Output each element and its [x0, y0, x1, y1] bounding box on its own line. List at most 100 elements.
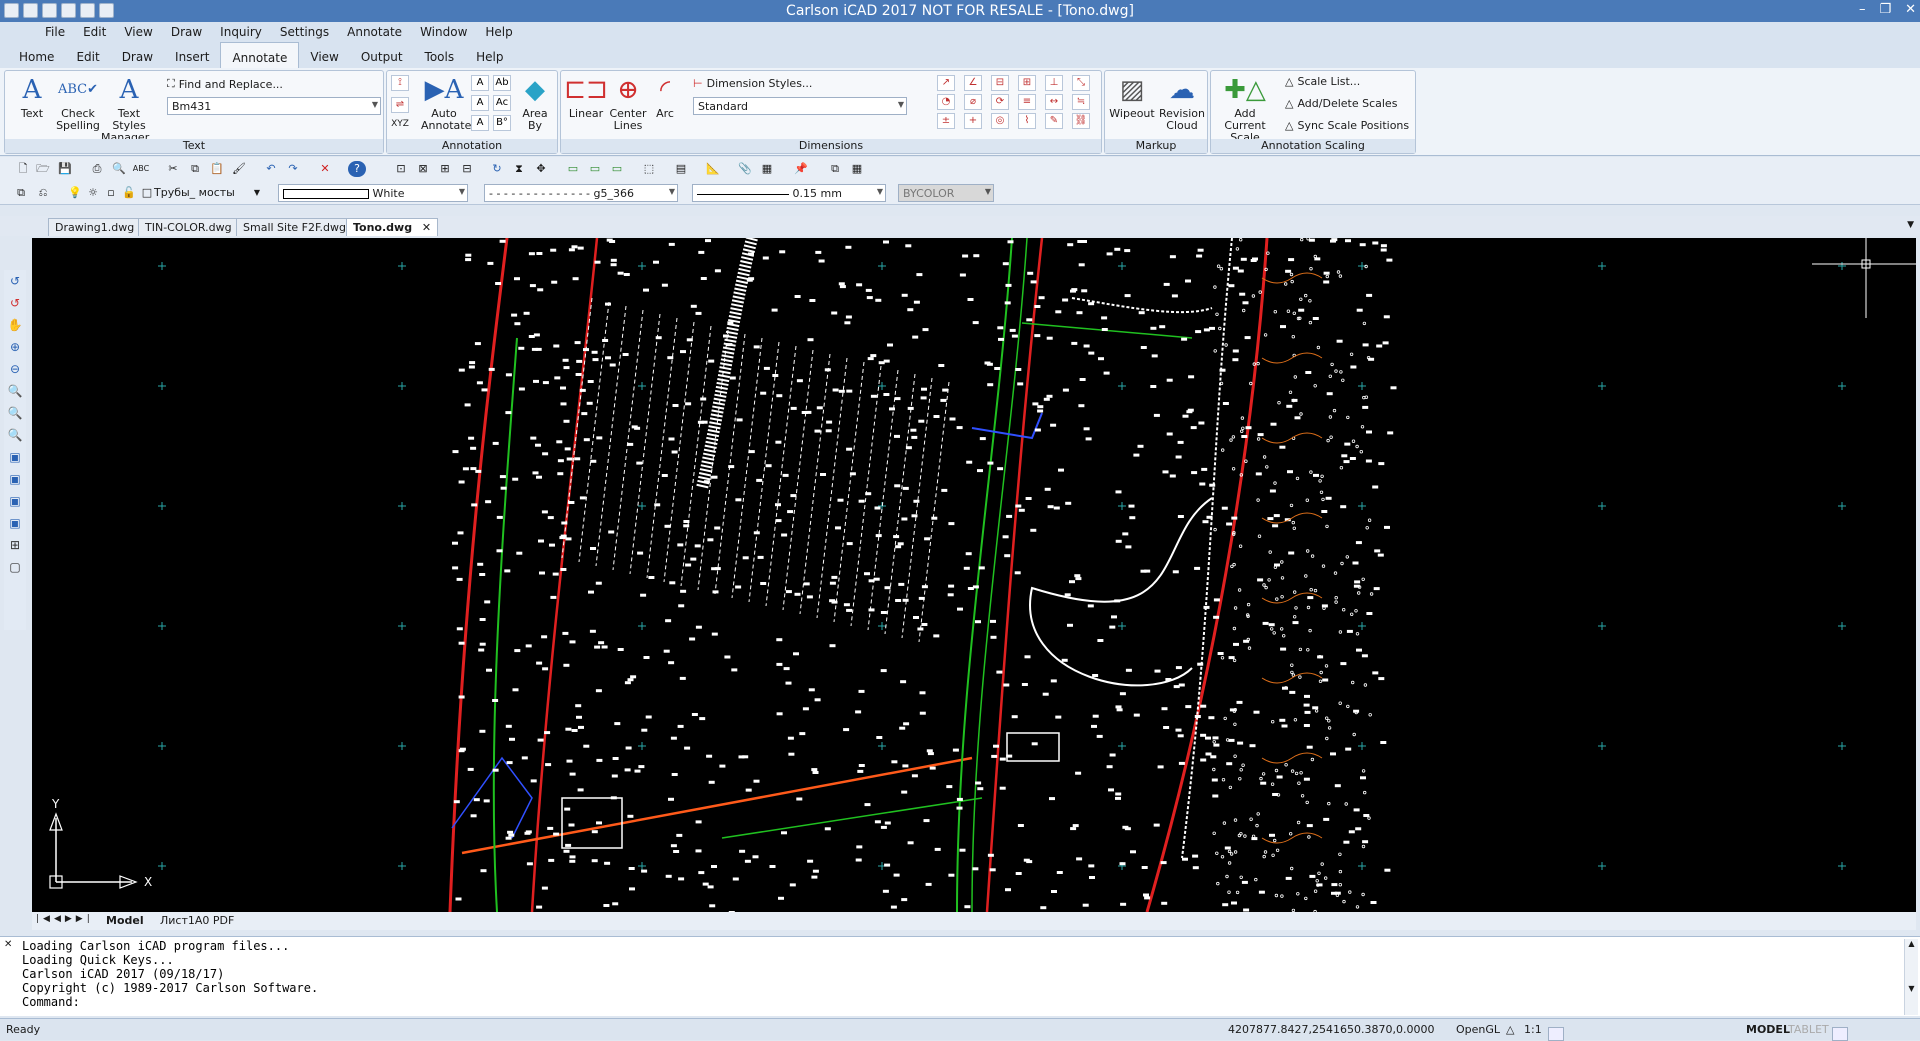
- zoom-window-icon[interactable]: ▭: [564, 161, 582, 177]
- text-curve-icon[interactable]: Ac: [493, 95, 511, 111]
- view-top-icon[interactable]: ▣: [6, 450, 24, 468]
- clean-screen-icon[interactable]: [1832, 1027, 1848, 1041]
- linetype-select[interactable]: - - - - - - - - - - - - - - g5_366 ▼: [484, 184, 678, 202]
- rotate-icon[interactable]: ↻: [488, 161, 506, 177]
- add-current-scale-button[interactable]: ✚△ Add Current Scale: [1213, 75, 1277, 144]
- text-superscript-icon[interactable]: B°: [493, 115, 511, 131]
- tab-annotate[interactable]: Annotate: [220, 42, 300, 68]
- layout-tab-model[interactable]: Model: [106, 914, 144, 927]
- menu-view[interactable]: View: [115, 22, 161, 42]
- dim-inspect-icon[interactable]: ◎: [991, 113, 1009, 129]
- viewports-icon[interactable]: ⊞: [6, 538, 24, 556]
- snap-midpoint-icon[interactable]: ⊠: [414, 161, 432, 177]
- zoom-realtime-icon[interactable]: 🔍: [6, 384, 24, 402]
- tab-tools[interactable]: Tools: [414, 42, 466, 68]
- help-icon[interactable]: ?: [348, 161, 366, 177]
- annotation-scale-icon[interactable]: △: [1506, 1023, 1514, 1036]
- tablet-indicator[interactable]: TABLET: [1788, 1023, 1829, 1036]
- menu-file[interactable]: File: [36, 22, 74, 42]
- menu-draw[interactable]: Draw: [162, 22, 211, 42]
- dim-space-icon[interactable]: ↔: [1045, 94, 1063, 110]
- new-icon[interactable]: 🗋: [14, 161, 32, 177]
- auto-annotate-button[interactable]: ▶A Auto Annotate: [421, 75, 471, 132]
- mirror-icon[interactable]: ⧗: [510, 161, 528, 177]
- paste-icon[interactable]: 📋: [208, 161, 226, 177]
- view-front-icon[interactable]: ▣: [6, 472, 24, 490]
- sync-scale-positions-button[interactable]: △ Sync Scale Positions: [1285, 119, 1409, 132]
- layout-icon[interactable]: ⧉: [826, 161, 844, 177]
- dim-oblique-icon[interactable]: ⤡: [1072, 75, 1090, 91]
- text-case-icon[interactable]: Ab: [493, 75, 511, 91]
- layout-tab-sheet[interactable]: Лист1A0 PDF: [160, 914, 234, 927]
- arc-button[interactable]: ◜ Arc: [645, 75, 685, 120]
- lineweight-toggle-icon[interactable]: [1548, 1027, 1564, 1041]
- menu-annotate[interactable]: Annotate: [338, 22, 411, 42]
- undo-icon[interactable]: ↶: [262, 161, 280, 177]
- view-iso-icon[interactable]: ▣: [6, 516, 24, 534]
- dim-diameter-icon[interactable]: ⌀: [964, 94, 982, 110]
- spell-check-icon[interactable]: ABC: [132, 161, 150, 177]
- match-properties-icon[interactable]: 🖌: [230, 161, 248, 177]
- wipeout-button[interactable]: ▨ Wipeout: [1107, 75, 1157, 120]
- lineweight-select[interactable]: 0.15 mm ▼: [692, 184, 886, 202]
- cut-icon[interactable]: ✂: [164, 161, 182, 177]
- linear-button[interactable]: ⊏⊐ Linear: [563, 75, 609, 120]
- doc-tab-tin-color[interactable]: TIN-COLOR.dwg: [138, 218, 239, 236]
- tab-help[interactable]: Help: [465, 42, 514, 68]
- pin-icon[interactable]: 📌: [792, 161, 810, 177]
- lightbulb-icon[interactable]: 💡: [66, 185, 84, 201]
- command-input[interactable]: Command:: [22, 995, 80, 1009]
- zoom-window-icon[interactable]: 🔍: [6, 406, 24, 424]
- dim-ordinate-icon[interactable]: ⊥: [1045, 75, 1063, 91]
- dim-aligned-icon[interactable]: ↗: [937, 75, 955, 91]
- restore-icon[interactable]: ❐: [1879, 2, 1891, 17]
- print-preview-icon[interactable]: 🔍: [110, 161, 128, 177]
- layer-select[interactable]: Трубы_ мосты: [150, 184, 260, 202]
- zoom-in-icon[interactable]: ⊕: [6, 340, 24, 358]
- redo-icon[interactable]: ↷: [284, 161, 302, 177]
- dim-radius-icon[interactable]: ◔: [937, 94, 955, 110]
- point-label-icon[interactable]: ⟟: [391, 75, 409, 91]
- regen-icon[interactable]: ↺: [6, 274, 24, 292]
- move-icon[interactable]: ✥: [532, 161, 550, 177]
- tab-output[interactable]: Output: [350, 42, 414, 68]
- layer-manager-icon[interactable]: ⧉: [12, 185, 30, 201]
- doc-tab-tono[interactable]: Tono.dwg ✕: [346, 218, 439, 236]
- delete-icon[interactable]: ✕: [316, 161, 334, 177]
- dim-continue-icon[interactable]: ⊞: [1018, 75, 1036, 91]
- menu-inquiry[interactable]: Inquiry: [211, 22, 271, 42]
- zoom-previous-icon[interactable]: ▭: [608, 161, 626, 177]
- table-icon[interactable]: ▦: [848, 161, 866, 177]
- dimension-styles-button[interactable]: ⊢ Dimension Styles...: [693, 77, 812, 90]
- dim-tolerance-icon[interactable]: ±: [937, 113, 955, 129]
- doc-tab-drawing1[interactable]: Drawing1.dwg: [48, 218, 142, 236]
- plotstyle-select[interactable]: BYCOLOR ▼: [898, 184, 994, 202]
- check-spelling-button[interactable]: ABC✔ Check Spelling: [55, 75, 101, 132]
- dim-reassoc-icon[interactable]: ⛓: [1072, 113, 1090, 129]
- command-scrollbar[interactable]: ▲ ▼: [1904, 939, 1918, 1015]
- view-right-icon[interactable]: ▣: [6, 494, 24, 512]
- open-icon[interactable]: 🗁: [34, 161, 52, 177]
- dim-baseline-icon[interactable]: ⊟: [991, 75, 1009, 91]
- drawing-canvas[interactable]: YX: [32, 238, 1916, 912]
- dim-override-icon[interactable]: ≡: [1018, 94, 1036, 110]
- model-space-indicator[interactable]: MODEL: [1746, 1023, 1790, 1036]
- redraw-icon[interactable]: ↺: [6, 296, 24, 314]
- close-tab-icon[interactable]: ✕: [422, 221, 431, 234]
- scale-list-button[interactable]: △ Scale List...: [1285, 75, 1360, 88]
- single-viewport-icon[interactable]: ▢: [6, 560, 24, 578]
- dim-center-icon[interactable]: +: [964, 113, 982, 129]
- area-by-button[interactable]: ◆ Area By: [515, 75, 555, 132]
- zoom-extents-icon[interactable]: 🔍: [6, 428, 24, 446]
- chevron-down-icon[interactable]: ▼: [248, 185, 266, 201]
- attach-icon[interactable]: 📎: [736, 161, 754, 177]
- snap-node-icon[interactable]: ⊟: [458, 161, 476, 177]
- text-button[interactable]: A Text: [9, 75, 55, 120]
- zoom-out-icon[interactable]: ⊖: [6, 362, 24, 380]
- minimize-icon[interactable]: –: [1859, 2, 1866, 17]
- tab-view[interactable]: View: [299, 42, 349, 68]
- lock-icon[interactable]: 🔓: [120, 185, 138, 201]
- tab-edit[interactable]: Edit: [65, 42, 110, 68]
- dim-jog-icon[interactable]: ⌇: [1018, 113, 1036, 129]
- color-select[interactable]: White ▼: [278, 184, 468, 202]
